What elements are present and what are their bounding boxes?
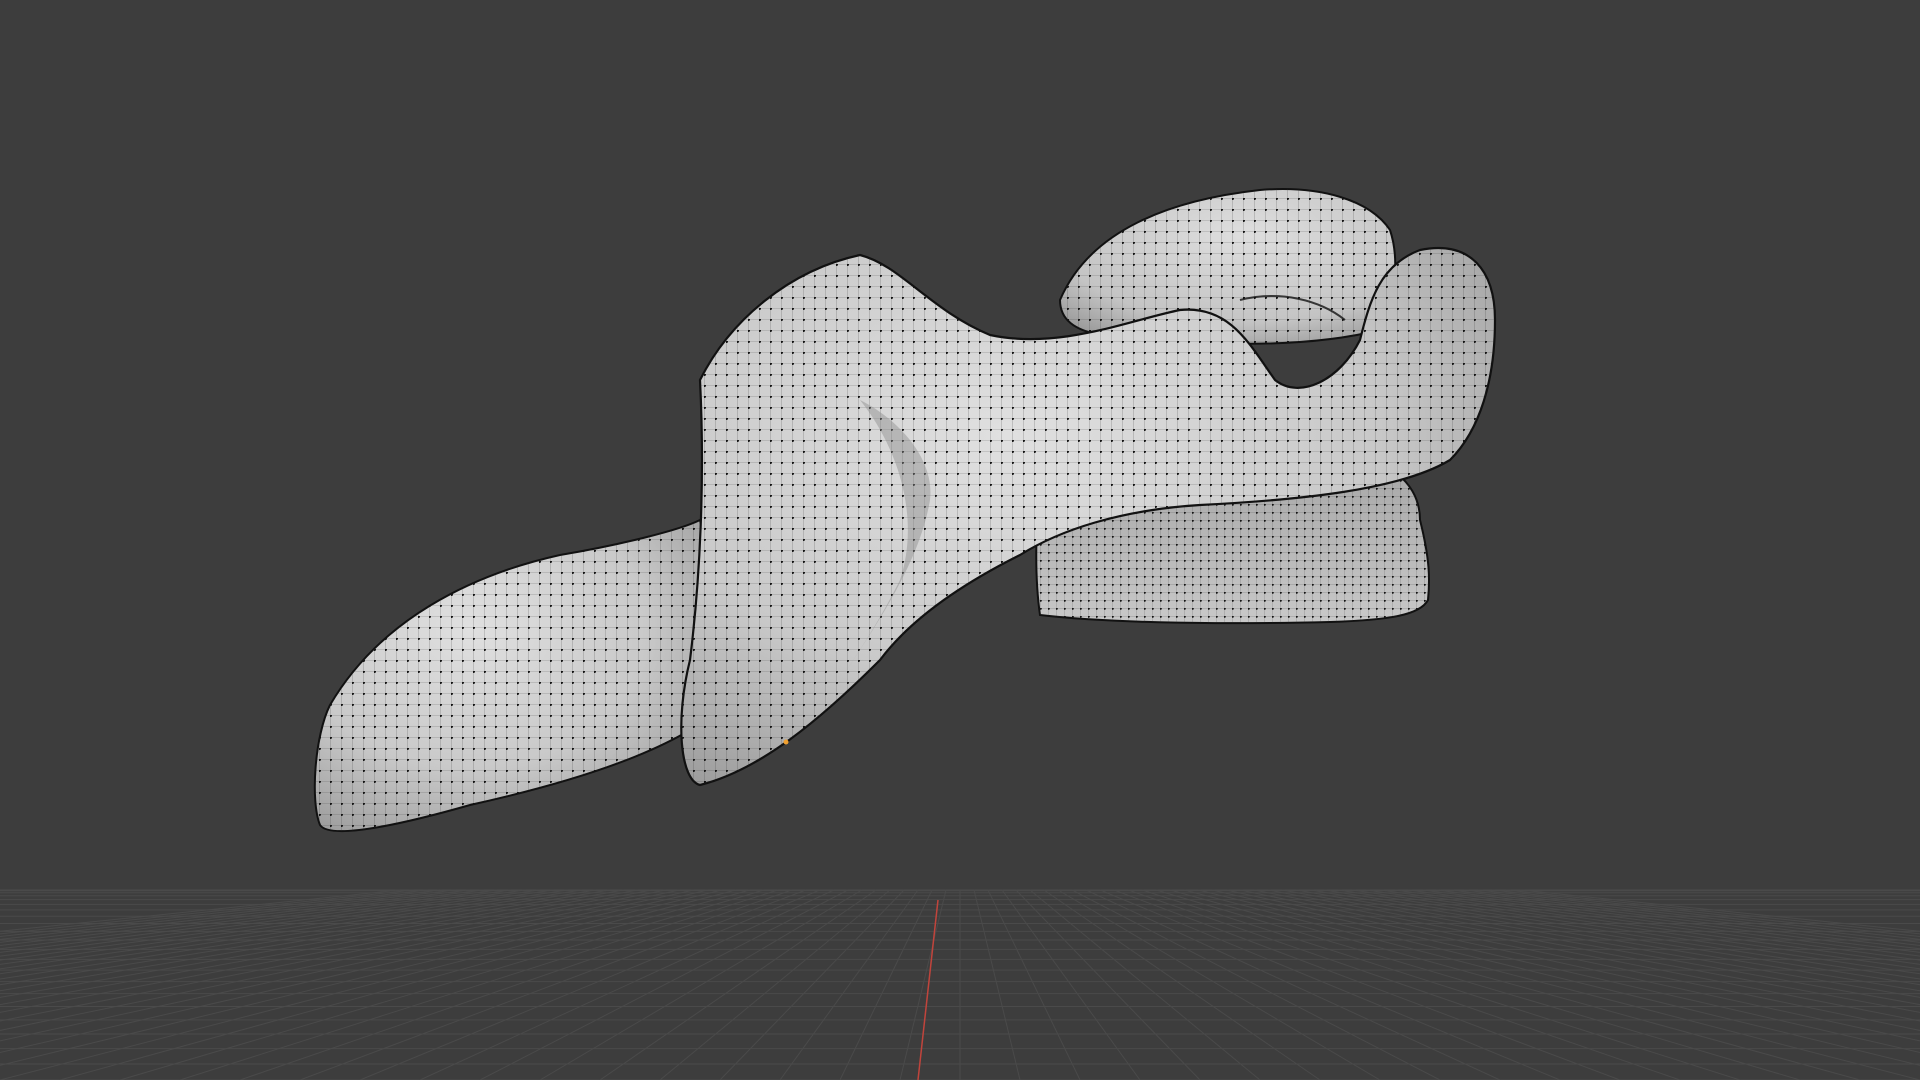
grid-line [0, 889, 527, 961]
grid-line [659, 889, 891, 1080]
grid-line [1043, 889, 1321, 1080]
grid-line [1127, 889, 1681, 1080]
grid-line [0, 889, 681, 1031]
grid-line [1155, 889, 1801, 1080]
grid-line [1393, 889, 1920, 961]
grid-line [839, 889, 933, 1080]
grid-line [1029, 889, 1261, 1080]
grid-line [599, 889, 877, 1080]
y-axis-line [917, 899, 939, 1080]
grid-line [1519, 889, 1920, 932]
grid-line [359, 889, 821, 1080]
grid-line [1001, 889, 1141, 1080]
grid-line [479, 889, 849, 1080]
grid-line [1323, 889, 1920, 986]
grid-line [0, 889, 401, 932]
3d-viewport[interactable] [0, 0, 1920, 1080]
grid-line [1365, 889, 1920, 970]
grid-line [1099, 889, 1561, 1080]
grid-line [779, 889, 919, 1080]
grid-line [0, 889, 611, 992]
mesh-back-hump-wire [1060, 189, 1396, 344]
grid-line [539, 889, 863, 1080]
grid-line [239, 889, 793, 1080]
grid-line [987, 889, 1081, 1080]
grid-line [1057, 889, 1381, 1080]
object-origin-point[interactable] [783, 739, 789, 745]
grid-line [899, 889, 947, 1080]
grid-line [0, 889, 429, 938]
viewport-canvas[interactable] [0, 0, 1920, 1080]
grid-line [1071, 889, 1441, 1080]
grid-line [1239, 889, 1920, 1031]
grid-line [119, 889, 765, 1080]
grid-line [0, 889, 555, 970]
grid-line [1309, 889, 1920, 992]
grid-line [0, 889, 597, 986]
floor-grid [0, 889, 1920, 1080]
grid-line [1491, 889, 1920, 938]
grid-line [1015, 889, 1201, 1080]
grid-line [973, 889, 1021, 1080]
grid-line [719, 889, 905, 1080]
mesh-object[interactable] [313, 188, 1497, 833]
mesh-left-wing-wire [314, 520, 705, 832]
